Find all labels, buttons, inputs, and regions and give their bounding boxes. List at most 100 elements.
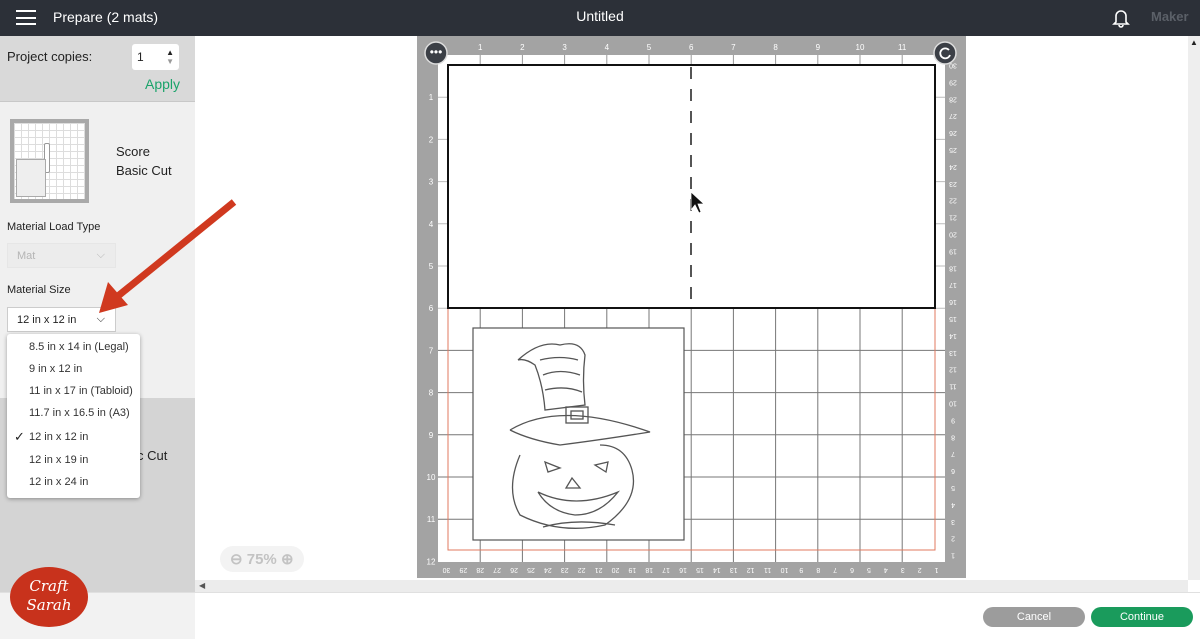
ruler-label: 8: [951, 433, 955, 440]
ruler-label: 19: [949, 247, 957, 254]
ruler-label: 27: [493, 566, 501, 573]
ruler-label: 15: [696, 566, 704, 573]
ruler-label: 7: [951, 450, 955, 457]
ruler-label: 5: [951, 484, 955, 491]
size-option[interactable]: 8.5 in x 14 in (Legal): [29, 341, 129, 353]
ruler-label: 22: [949, 197, 957, 204]
ruler-label: 17: [662, 566, 670, 573]
ruler-label: 26: [510, 566, 518, 573]
ruler-label: 14: [713, 566, 721, 573]
ruler-label: 29: [949, 78, 957, 85]
ruler-label: 1: [478, 43, 483, 52]
ruler-label: 19: [628, 566, 636, 573]
ruler-label: 4: [884, 566, 888, 573]
ruler-label: 26: [949, 129, 957, 136]
ruler-label: 7: [731, 43, 736, 52]
ruler-label: 23: [949, 180, 957, 187]
ruler-label: 10: [949, 399, 957, 406]
ruler-label: 24: [949, 163, 957, 170]
ruler-label: 2: [918, 566, 922, 573]
ruler-label: 20: [949, 230, 957, 237]
ruler-label: 23: [561, 566, 569, 573]
material-size-dropdown: 8.5 in x 14 in (Legal) 9 in x 12 in 11 i…: [7, 334, 140, 498]
ruler-label: 13: [949, 349, 957, 356]
ruler-label: 2: [520, 43, 525, 52]
ruler-label: 2: [951, 535, 955, 542]
ruler-label: 12: [747, 566, 755, 573]
ruler-label: 20: [611, 566, 619, 573]
ruler-label: 1: [935, 566, 939, 573]
ruler-label: 21: [595, 566, 603, 573]
zoom-in-icon[interactable]: ⊕: [281, 551, 294, 568]
ruler-label: 7: [833, 566, 837, 573]
ruler-label: 11: [898, 43, 907, 52]
size-option[interactable]: 12 in x 19 in: [29, 454, 88, 466]
zoom-out-icon[interactable]: ⊖: [230, 551, 243, 568]
ruler-label: 29: [459, 566, 467, 573]
ruler-label: 25: [527, 566, 535, 573]
ruler-label: 8: [816, 566, 820, 573]
ruler-label: 5: [647, 43, 652, 52]
ruler-label: 16: [949, 298, 957, 305]
ruler-label: 2: [429, 135, 434, 144]
size-option[interactable]: 12 in x 24 in: [29, 476, 88, 488]
ruler-label: 18: [949, 264, 957, 271]
size-option[interactable]: 11.7 in x 16.5 in (A3): [29, 407, 130, 419]
ruler-label: 9: [816, 43, 821, 52]
ruler-label: 1: [951, 552, 955, 559]
ruler-label: 6: [850, 566, 854, 573]
ruler-label: 24: [544, 566, 552, 573]
ruler-label: 28: [476, 566, 484, 573]
ruler-label: 10: [780, 566, 788, 573]
ruler-label: 30: [442, 566, 450, 573]
ruler-label: 8: [773, 43, 778, 52]
more-icon: •••: [430, 45, 443, 59]
ruler-label: 28: [949, 95, 957, 102]
vertical-scrollbar[interactable]: ▲: [1188, 36, 1200, 580]
ruler-label: 11: [427, 515, 436, 524]
ruler-label: 13: [730, 566, 738, 573]
ruler-label: 9: [951, 416, 955, 423]
ruler-label: 25: [949, 146, 957, 153]
ruler-label: 12: [949, 366, 957, 373]
ruler-label: 4: [605, 43, 610, 52]
ruler-label: 12: [427, 557, 436, 566]
ruler-label: 17: [949, 281, 957, 288]
ruler-label: 14: [949, 332, 957, 339]
check-icon: ✓: [14, 429, 25, 444]
rotate-button[interactable]: [933, 41, 957, 65]
ruler-label: 1: [429, 93, 434, 102]
ruler-label: 9: [799, 566, 803, 573]
ruler-label: 11: [764, 566, 771, 573]
ruler-label: 3: [951, 518, 955, 525]
ruler-label: 9: [429, 431, 434, 440]
ruler-label: 5: [867, 566, 871, 573]
ruler-label: 11: [949, 383, 956, 390]
zoom-level: 75%: [246, 551, 277, 568]
size-option[interactable]: 9 in x 12 in: [29, 363, 82, 375]
size-option-selected[interactable]: 12 in x 12 in: [29, 431, 88, 443]
ruler-label: 16: [679, 566, 687, 573]
ruler-label: 3: [562, 43, 567, 52]
ruler-label: 27: [949, 112, 957, 119]
ruler-label: 6: [689, 43, 694, 52]
ruler-label: 4: [951, 501, 955, 508]
size-option[interactable]: 11 in x 17 in (Tabloid): [29, 385, 133, 397]
ruler-label: 5: [429, 262, 434, 271]
ruler-label: 10: [856, 43, 865, 52]
ruler-label: 15: [949, 315, 957, 322]
pumpkin-witch-design[interactable]: [472, 327, 685, 541]
ruler-label: 8: [429, 389, 434, 398]
ruler-label: 10: [427, 473, 436, 482]
cutting-mat[interactable]: 1 2 3 4 5 6 7 8 9 10 11123456789101112123456789101…: [0, 0, 1200, 600]
continue-button[interactable]: Continue: [1091, 607, 1193, 627]
footer-bar: Cancel Continue: [0, 592, 1200, 639]
ruler-label: 21: [949, 214, 957, 221]
ruler-label: 3: [901, 566, 905, 573]
horizontal-scrollbar[interactable]: ◀: [195, 580, 1188, 592]
ruler-label: 7: [429, 346, 434, 355]
zoom-control: ⊖ 75% ⊕: [220, 546, 304, 572]
ruler-label: 3: [429, 178, 434, 187]
craft-with-sarah-logo: Craft Sarah: [10, 567, 88, 627]
cancel-button[interactable]: Cancel: [983, 607, 1085, 627]
